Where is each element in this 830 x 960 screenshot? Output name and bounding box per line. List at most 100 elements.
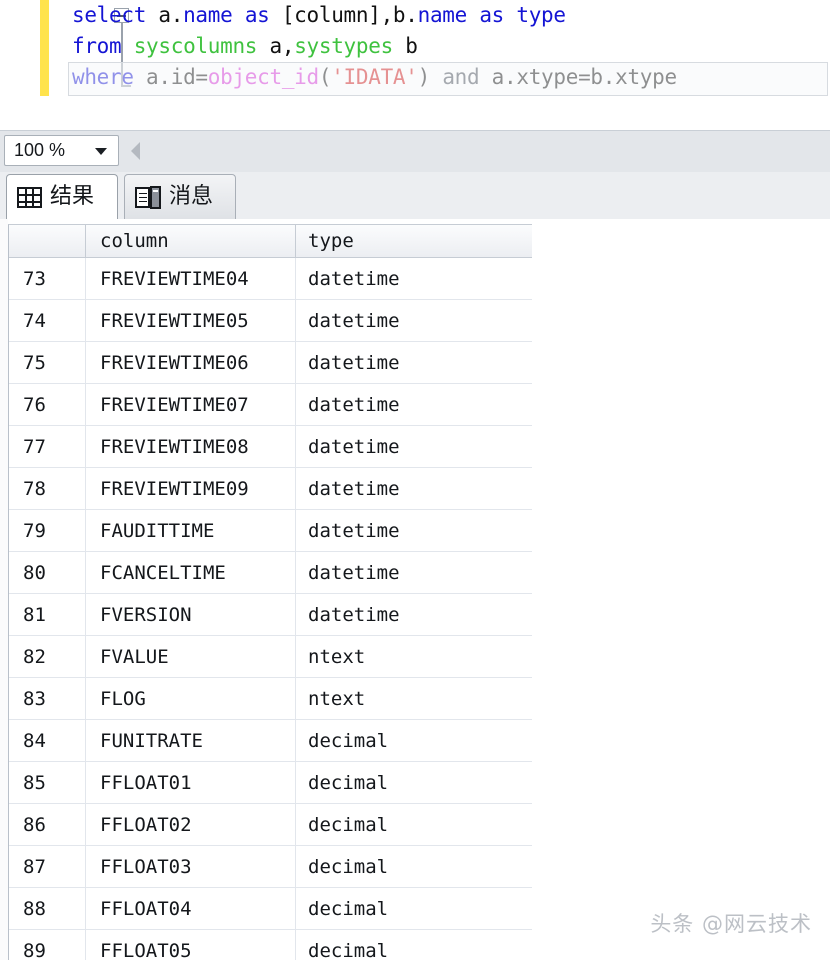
row-number-cell[interactable]: 73 (9, 258, 86, 299)
column-type-cell[interactable]: decimal (296, 804, 532, 845)
column-type-cell[interactable]: ntext (296, 636, 532, 677)
row-number-cell[interactable]: 79 (9, 510, 86, 551)
column-name-cell[interactable]: FREVIEWTIME08 (86, 426, 296, 467)
column-type-cell[interactable]: datetime (296, 426, 532, 467)
grid-column-header[interactable]: column (86, 225, 296, 257)
column-type-cell[interactable]: decimal (296, 930, 532, 960)
column-type-cell[interactable]: decimal (296, 720, 532, 761)
column-type-cell[interactable]: decimal (296, 762, 532, 803)
column-type-cell[interactable]: datetime (296, 258, 532, 299)
table-row[interactable]: 78 FREVIEWTIME09 datetime (9, 468, 532, 510)
column-name-cell[interactable]: FREVIEWTIME09 (86, 468, 296, 509)
row-number-cell[interactable]: 89 (9, 930, 86, 960)
sql-token: a, (257, 34, 295, 58)
row-number-cell[interactable]: 78 (9, 468, 86, 509)
column-type-cell[interactable]: datetime (296, 552, 532, 593)
column-name-cell[interactable]: FFLOAT05 (86, 930, 296, 960)
column-type-cell[interactable]: decimal (296, 846, 532, 887)
row-number-cell[interactable]: 80 (9, 552, 86, 593)
row-number-cell[interactable]: 85 (9, 762, 86, 803)
table-row[interactable]: 84 FUNITRATE decimal (9, 720, 532, 762)
sql-editor-pane[interactable]: select a.name as [column],b.name as type… (0, 0, 830, 131)
column-name-cell[interactable]: FVALUE (86, 636, 296, 677)
sql-token: name (183, 3, 233, 27)
column-type-cell[interactable]: decimal (296, 888, 532, 929)
table-row[interactable]: 89 FFLOAT05 decimal (9, 930, 532, 960)
column-type-cell[interactable]: ntext (296, 678, 532, 719)
column-name-cell[interactable]: FREVIEWTIME05 (86, 300, 296, 341)
column-name-cell[interactable]: FLOG (86, 678, 296, 719)
editor-status-strip: 100 % (0, 131, 830, 173)
grid-header-row[interactable]: column type (9, 225, 532, 258)
column-name-cell[interactable]: FFLOAT02 (86, 804, 296, 845)
column-name-cell[interactable]: FUNITRATE (86, 720, 296, 761)
row-number-cell[interactable]: 76 (9, 384, 86, 425)
table-row[interactable]: 73 FREVIEWTIME04 datetime (9, 258, 532, 300)
sql-token: syscolumns (133, 34, 258, 58)
tab-results[interactable]: 结果 (6, 174, 118, 219)
sql-line-2: from syscolumns a,systypes b (72, 31, 830, 62)
column-type-cell[interactable]: datetime (296, 300, 532, 341)
sql-token: a.id= (133, 65, 208, 89)
table-row[interactable]: 74 FREVIEWTIME05 datetime (9, 300, 532, 342)
column-name-cell[interactable]: FREVIEWTIME04 (86, 258, 296, 299)
sql-token: name (417, 3, 468, 27)
grid-results-icon (17, 186, 42, 208)
row-number-cell[interactable]: 84 (9, 720, 86, 761)
results-tab-strip: 结果 消息 (0, 172, 830, 220)
column-name-cell[interactable]: FFLOAT03 (86, 846, 296, 887)
sql-token: where (72, 65, 134, 89)
tab-messages[interactable]: 消息 (124, 174, 236, 219)
row-number-cell[interactable]: 83 (9, 678, 86, 719)
grid-column-header[interactable] (9, 225, 86, 257)
zoom-level-dropdown[interactable]: 100 % (4, 135, 119, 166)
results-grid[interactable]: column type 73 FREVIEWTIME04 datetime 74 FREVI… (8, 224, 532, 960)
splitter-left-arrow-icon[interactable] (131, 142, 140, 160)
column-name-cell[interactable]: FFLOAT04 (86, 888, 296, 929)
sql-token: ( (318, 65, 332, 89)
row-number-cell[interactable]: 81 (9, 594, 86, 635)
table-row[interactable]: 79 FAUDITTIME datetime (9, 510, 532, 552)
row-number-cell[interactable]: 77 (9, 426, 86, 467)
table-row[interactable]: 80 FCANCELTIME datetime (9, 552, 532, 594)
column-name-cell[interactable]: FREVIEWTIME07 (86, 384, 296, 425)
table-row[interactable]: 85 FFLOAT01 decimal (9, 762, 532, 804)
column-type-cell[interactable]: datetime (296, 342, 532, 383)
table-row[interactable]: 87 FFLOAT03 decimal (9, 846, 532, 888)
row-number-cell[interactable]: 82 (9, 636, 86, 677)
column-type-cell[interactable]: datetime (296, 510, 532, 551)
table-row[interactable]: 76 FREVIEWTIME07 datetime (9, 384, 532, 426)
column-name-cell[interactable]: FFLOAT01 (86, 762, 296, 803)
chevron-down-icon[interactable] (95, 148, 107, 155)
column-name-cell[interactable]: FVERSION (86, 594, 296, 635)
table-row[interactable]: 82 FVALUE ntext (9, 636, 532, 678)
row-number-cell[interactable]: 87 (9, 846, 86, 887)
table-row[interactable]: 83 FLOG ntext (9, 678, 532, 720)
column-type-cell[interactable]: datetime (296, 468, 532, 509)
results-grid-pane[interactable]: column type 73 FREVIEWTIME04 datetime 74 FREVI… (0, 219, 830, 960)
sql-token: object_id (207, 65, 319, 89)
table-row[interactable]: 81 FVERSION datetime (9, 594, 532, 636)
sql-token: as (479, 3, 505, 27)
table-row[interactable]: 77 FREVIEWTIME08 datetime (9, 426, 532, 468)
column-name-cell[interactable]: FREVIEWTIME06 (86, 342, 296, 383)
column-type-cell[interactable]: datetime (296, 594, 532, 635)
table-row[interactable]: 88 FFLOAT04 decimal (9, 888, 532, 930)
column-name-cell[interactable]: FAUDITTIME (86, 510, 296, 551)
grid-left-rail (0, 219, 8, 960)
table-row[interactable]: 75 FREVIEWTIME06 datetime (9, 342, 532, 384)
grid-column-header[interactable]: type (296, 225, 532, 257)
row-number-cell[interactable]: 88 (9, 888, 86, 929)
row-number-cell[interactable]: 74 (9, 300, 86, 341)
row-number-cell[interactable]: 86 (9, 804, 86, 845)
sql-token: a. (146, 3, 184, 27)
column-type-cell[interactable]: datetime (296, 384, 532, 425)
sql-token: systypes (294, 34, 393, 58)
column-name-cell[interactable]: FCANCELTIME (86, 552, 296, 593)
tab-results-label: 结果 (50, 184, 95, 209)
row-number-cell[interactable]: 75 (9, 342, 86, 383)
sql-code-text[interactable]: select a.name as [column],b.name as type… (72, 0, 830, 93)
table-row[interactable]: 86 FFLOAT02 decimal (9, 804, 532, 846)
